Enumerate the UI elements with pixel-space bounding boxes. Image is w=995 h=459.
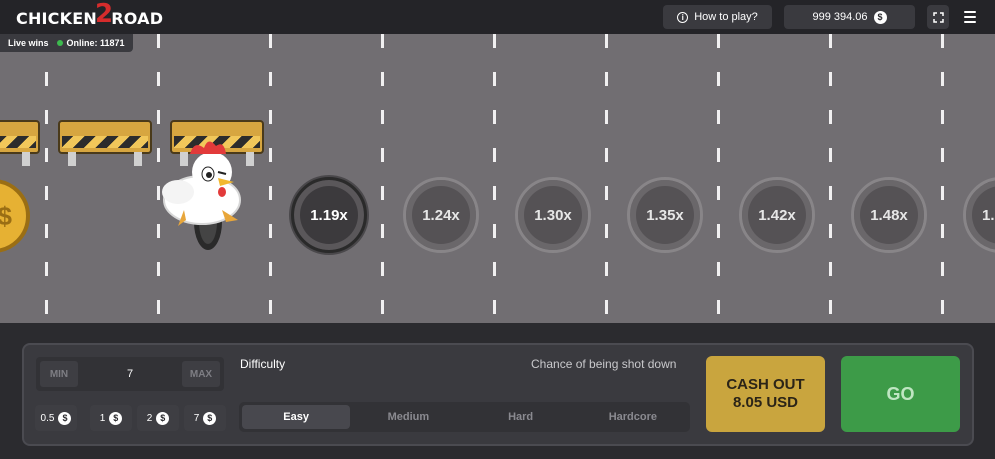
multiplier-tile[interactable]: 1.35x xyxy=(627,177,703,253)
multiplier-tile[interactable]: 1.24x xyxy=(403,177,479,253)
quick-bet-button[interactable]: 7 $ xyxy=(184,405,226,431)
live-wins-label[interactable]: Live wins xyxy=(8,38,49,48)
hamburger-icon-line xyxy=(964,11,976,13)
quick-bet-value: 1 xyxy=(99,412,106,424)
online-count: Online: 11871 xyxy=(56,38,125,48)
logo: CHICKEN 2 ROAD xyxy=(16,0,164,31)
bet-amount-input[interactable]: MIN 7 MAX xyxy=(36,357,224,391)
go-button[interactable]: GO xyxy=(841,356,960,432)
difficulty-option-hard[interactable]: Hard xyxy=(467,405,575,429)
live-status-bar: Live wins Online: 11871 xyxy=(0,34,133,52)
road-area: Live wins Online: 11871 $ 1.19x 1.24x 1.… xyxy=(0,34,995,323)
logo-text-right: ROAD xyxy=(111,8,164,28)
quick-bet-button[interactable]: 0.5 $ xyxy=(35,405,77,431)
hamburger-icon-line xyxy=(964,16,976,18)
road-barrier xyxy=(0,120,40,166)
how-to-play-button[interactable]: i How to play? xyxy=(663,5,772,29)
lane-divider xyxy=(381,34,384,323)
how-to-play-label: How to play? xyxy=(694,11,758,23)
quick-bet-value: 2 xyxy=(146,412,153,424)
dollar-icon: $ xyxy=(203,411,217,425)
difficulty-label: Difficulty xyxy=(240,357,286,371)
hamburger-icon-line xyxy=(964,21,976,23)
fullscreen-button[interactable] xyxy=(927,5,949,29)
lane-divider xyxy=(941,34,944,323)
info-icon: i xyxy=(677,11,689,23)
quick-bet-value: 7 xyxy=(193,412,200,424)
logo-text-left: CHICKEN xyxy=(16,8,97,28)
multiplier-tile[interactable]: 1.42x xyxy=(739,177,815,253)
menu-button[interactable] xyxy=(960,7,980,27)
lane-divider xyxy=(605,34,608,323)
balance-value: 999 394.06 xyxy=(812,11,868,23)
online-label: Online: 11871 xyxy=(66,38,125,48)
chicken-character-icon xyxy=(162,141,241,250)
max-bet-button[interactable]: MAX xyxy=(182,361,220,387)
multiplier-tile[interactable]: 1.48x xyxy=(851,177,927,253)
dollar-icon: $ xyxy=(873,10,887,24)
online-dot-icon xyxy=(56,40,63,46)
balance-display: 999 394.06 $ xyxy=(784,5,915,29)
lane-divider xyxy=(829,34,832,323)
dollar-icon: $ xyxy=(156,411,170,425)
difficulty-option-medium[interactable]: Medium xyxy=(354,405,462,429)
lane-divider xyxy=(45,34,48,323)
lane-divider xyxy=(717,34,720,323)
difficulty-option-hardcore[interactable]: Hardcore xyxy=(579,405,687,429)
lane-divider xyxy=(493,34,496,323)
cash-out-button[interactable]: CASH OUT 8.05 USD xyxy=(706,356,825,432)
dollar-icon: $ xyxy=(58,411,72,425)
game-root: CHICKEN 2 ROAD i How to play? 999 394.06… xyxy=(0,0,995,459)
quick-bet-button[interactable]: 2 $ xyxy=(137,405,179,431)
bet-value[interactable]: 7 xyxy=(127,368,133,380)
quick-bet-value: 0.5 xyxy=(40,412,55,424)
cash-out-amount: 8.05 USD xyxy=(732,394,799,411)
difficulty-option-easy[interactable]: Easy xyxy=(242,405,351,429)
quick-bet-button[interactable]: 1 $ xyxy=(90,405,132,431)
min-bet-button[interactable]: MIN xyxy=(40,361,78,387)
multiplier-tile[interactable]: 1.5 xyxy=(963,177,995,253)
multiplier-tile[interactable]: 1.30x xyxy=(515,177,591,253)
difficulty-selector: Easy Medium Hard Hardcore xyxy=(239,402,690,432)
logo-text-mid: 2 xyxy=(94,0,114,29)
cash-out-label: CASH OUT xyxy=(726,376,805,393)
multiplier-tile[interactable]: 1.19x xyxy=(291,177,367,253)
road-barrier xyxy=(58,120,152,166)
fullscreen-icon xyxy=(932,11,944,23)
dollar-icon: $ xyxy=(109,411,123,425)
top-bar: CHICKEN 2 ROAD i How to play? 999 394.06… xyxy=(0,0,995,34)
lane-divider xyxy=(269,34,272,323)
chance-label: Chance of being shot down xyxy=(531,357,677,371)
start-coin-icon: $ xyxy=(0,179,30,253)
